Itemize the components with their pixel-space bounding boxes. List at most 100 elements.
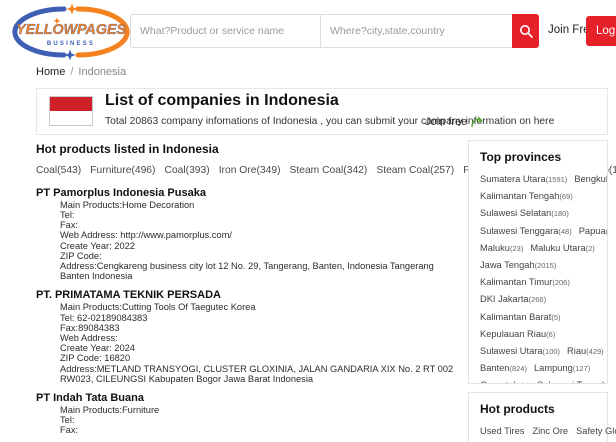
logo-wordmark: YELLOWPAGES <box>16 22 126 38</box>
province-count: (266) <box>529 295 547 304</box>
province-link[interactable]: Kalimantan Barat(5) <box>480 312 561 322</box>
province-count: (69) <box>559 192 572 201</box>
province-link[interactable]: Kalimantan Tengah(69) <box>480 191 573 201</box>
province-link[interactable]: Sulawesi Tenggara(48) <box>480 226 572 236</box>
company-detail-line: Web Address: <box>60 333 462 343</box>
province-link[interactable]: Lampung(127) <box>534 363 590 373</box>
hot-product-link[interactable]: Steam Coal(342) <box>290 165 368 176</box>
hot-products-title: Hot products <box>480 402 596 416</box>
breadcrumb-current: Indonesia <box>78 66 126 78</box>
province-count: (6) <box>546 330 555 339</box>
province-row: Kalimantan Tengah(69) <box>480 187 596 204</box>
company-detail-line: Tel: <box>60 210 462 220</box>
hot-product-link[interactable]: Used Tires <box>480 426 524 436</box>
company-details: Main Products:Home DecorationTel:Fax:Web… <box>60 200 462 282</box>
hot-product-row: Used TiresZinc OreSafety Gloves <box>480 422 596 439</box>
province-row: Gorontalo(4)Sulawesi Tengah(28) <box>480 376 596 384</box>
hot-product-link[interactable]: Zinc Ore <box>532 426 568 436</box>
province-link[interactable]: Kepulauan Riau(6) <box>480 329 555 339</box>
province-count: (5) <box>551 313 560 322</box>
top-provinces-title: Top provinces <box>480 150 596 164</box>
hot-product-links: Used TiresZinc OreSafety GlovesLeather G… <box>480 422 596 442</box>
company-details: Main Products:FurnitureTel:Fax: <box>60 405 462 436</box>
country-banner: List of companies in Indonesia Total 208… <box>36 88 608 135</box>
company-name-link[interactable]: PT Pamorplus Indonesia Pusaka <box>36 187 462 199</box>
company-detail-line: Tel: 62-02189084383 <box>60 313 462 323</box>
search-what-input[interactable] <box>130 14 321 48</box>
company-detail-line: Fax:89084383 <box>60 323 462 333</box>
logo-subtext: BUSINESS <box>47 41 95 47</box>
company-detail-line: ZIP Code: <box>60 251 462 261</box>
hot-product-link[interactable]: Iron Ore(349) <box>219 165 281 176</box>
province-count: (100) <box>543 347 561 356</box>
province-row: Jawa Tengah(2015) <box>480 256 596 273</box>
company-detail-line: Address:Cengkareng business city lot 12 … <box>60 261 462 281</box>
hot-products-listed-links: Coal(543) Furniture(496) Coal(393) Iron Ore… <box>36 163 462 179</box>
page-subtitle: Total 20863 company infomations of Indon… <box>105 116 554 127</box>
hot-product-link[interactable]: Coal(393) <box>164 165 209 176</box>
province-link[interactable]: Maluku(23) <box>480 243 523 253</box>
province-count: (429) <box>586 347 604 356</box>
province-link[interactable]: Sulawesi Tengah(28) <box>537 380 608 384</box>
province-count: (23) <box>510 244 523 253</box>
province-row: Maluku(23) Maluku Utara(2) <box>480 239 596 256</box>
hot-product-link[interactable]: Coal(543) <box>36 165 81 176</box>
search-where-input[interactable] <box>320 14 513 48</box>
province-link[interactable]: Sumatera Utara(1591) <box>480 174 567 184</box>
company-detail-line: Main Products:Furniture <box>60 405 462 415</box>
hot-product-link[interactable]: Steam Coal(257) <box>376 165 454 176</box>
join-free-banner-link[interactable]: Join free <box>425 115 483 128</box>
company-detail-line: Fax: <box>60 220 462 230</box>
province-link[interactable]: Papua(1) <box>579 226 608 236</box>
company-detail-line: Tel: <box>60 415 462 425</box>
main-column: Hot products listed in Indonesia Coal(54… <box>36 142 462 442</box>
province-count: (1) <box>606 227 608 236</box>
province-row: Kepulauan Riau(6) <box>480 325 596 342</box>
company-details: Main Products:Cutting Tools Of Taegutec … <box>60 302 462 384</box>
search-button[interactable] <box>512 14 539 48</box>
province-row: Kalimantan Timur(206) <box>480 273 596 290</box>
province-link[interactable]: DKI Jakarta(266) <box>480 294 546 304</box>
hot-product-link[interactable]: Furniture(496) <box>90 165 155 176</box>
province-link[interactable]: Banten(824) <box>480 363 527 373</box>
company-detail-line: Web Address: http://www.pamorplus.com/ <box>60 230 462 240</box>
province-link[interactable]: Gorontalo(4) <box>480 380 530 384</box>
company-name-link[interactable]: PT. PRIMATAMA TEKNIK PERSADA <box>36 289 462 301</box>
breadcrumb-home-link[interactable]: Home <box>36 66 65 78</box>
province-count: (824) <box>509 364 527 373</box>
join-free-banner-label: Join free <box>425 116 467 128</box>
company-list: PT Pamorplus Indonesia PusakaMain Produc… <box>36 187 462 436</box>
province-link[interactable]: Bengkulu(27) <box>574 174 608 184</box>
province-count: (2) <box>586 244 595 253</box>
page-title: List of companies in Indonesia <box>105 92 339 110</box>
province-link[interactable]: Jawa Tengah(2015) <box>480 260 556 270</box>
province-count: (1591) <box>546 175 568 184</box>
hot-products-listed-title: Hot products listed in Indonesia <box>36 142 462 156</box>
magnifier-icon <box>519 24 533 38</box>
company-detail-line: Create Year: 2022 <box>60 241 462 251</box>
province-links: Sumatera Utara(1591)Bengkulu(27)Kalimant… <box>480 170 596 384</box>
company-detail-line: Fax: <box>60 425 462 435</box>
indonesia-flag-icon <box>49 96 93 126</box>
province-link[interactable]: Sulawesi Utara(100) <box>480 346 560 356</box>
province-count: (2015) <box>535 261 557 270</box>
company-detail-line: Main Products:Home Decoration <box>60 200 462 210</box>
login-button[interactable]: Log In <box>586 16 616 46</box>
province-count: (4) <box>521 381 530 384</box>
hot-product-link[interactable]: Safety Gloves <box>576 426 616 436</box>
logo-star-top-icon <box>67 4 78 15</box>
hot-products-box: Hot products Used TiresZinc OreSafety Gl… <box>468 392 608 442</box>
logo-graphic: YELLOWPAGES BUSINESS <box>10 4 132 60</box>
company-listing: PT Pamorplus Indonesia PusakaMain Produc… <box>36 187 462 282</box>
company-name-link[interactable]: PT Indah Tata Buana <box>36 392 462 404</box>
province-row: Sulawesi Selatan(180) <box>480 204 596 221</box>
page: YELLOWPAGES BUSINESS Join Free Log In Ho… <box>0 0 616 442</box>
province-link[interactable]: Kalimantan Timur(206) <box>480 277 570 287</box>
yellowpages-logo[interactable]: YELLOWPAGES BUSINESS <box>10 4 132 60</box>
province-count: (127) <box>573 364 591 373</box>
province-link[interactable]: Maluku Utara(2) <box>530 243 594 253</box>
province-count: (206) <box>552 278 570 287</box>
province-link[interactable]: Sulawesi Selatan(180) <box>480 208 569 218</box>
province-link[interactable]: Riau(429) <box>567 346 604 356</box>
company-detail-line: ZIP Code: 16820 <box>60 353 462 363</box>
